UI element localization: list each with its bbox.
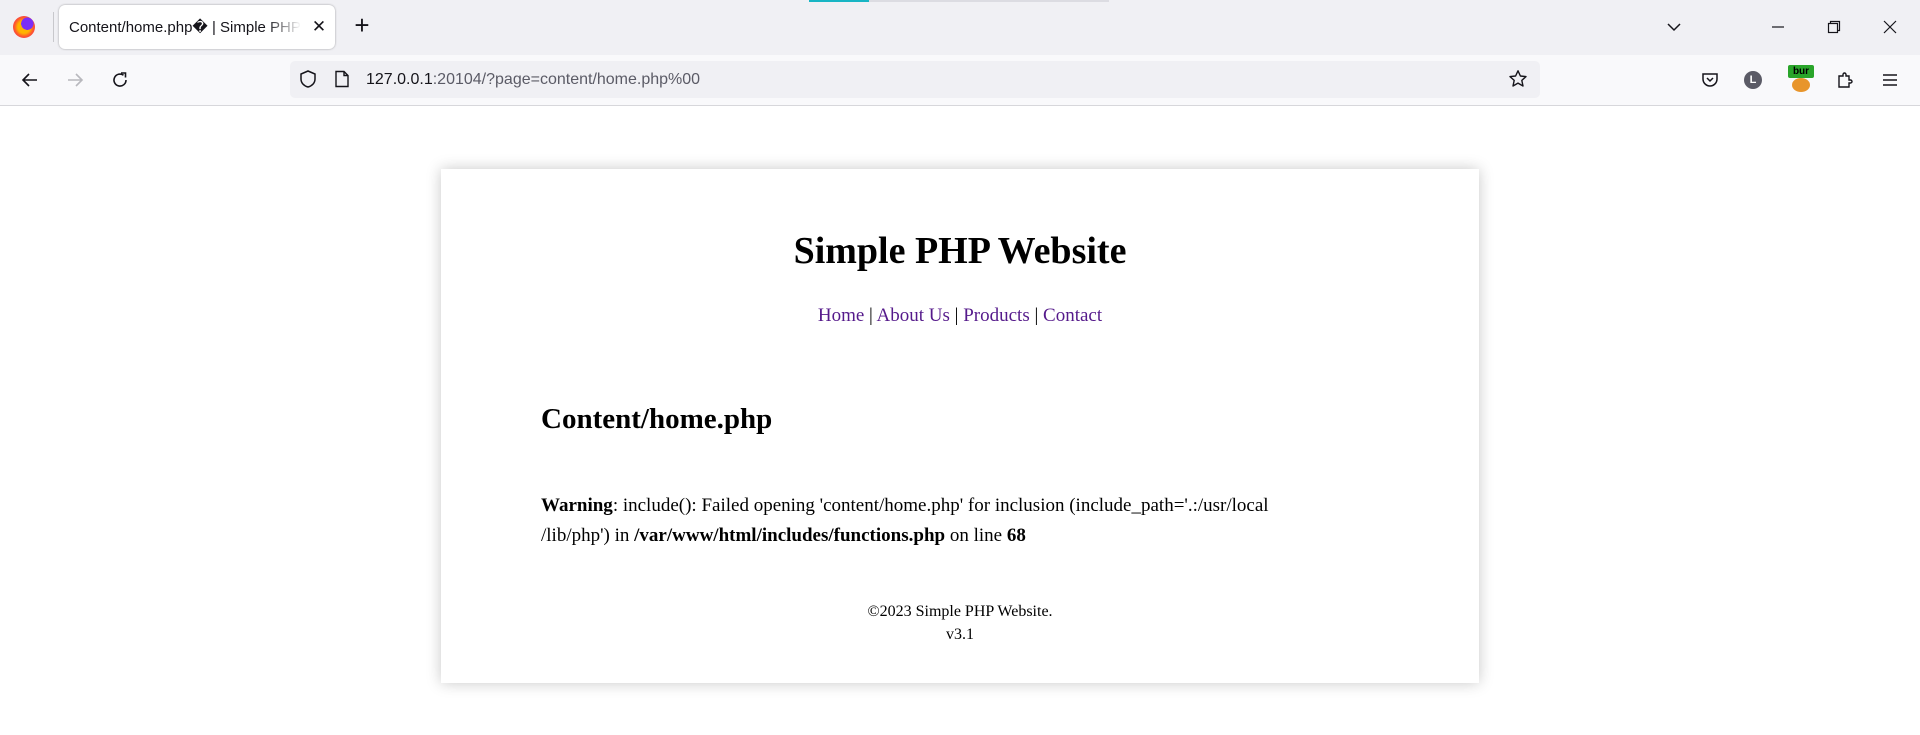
tab-separator [53, 12, 54, 42]
warning-text-line: on line [945, 525, 1007, 546]
nav-link-about-us[interactable]: About Us [877, 305, 950, 326]
warning-label: Warning [541, 495, 613, 516]
tab-accent-line [809, 0, 869, 2]
firefox-logo-icon[interactable] [13, 16, 35, 38]
footer-version: v3.1 [946, 626, 974, 643]
app-menu-icon[interactable] [1874, 64, 1906, 96]
site-nav: Home | About Us | Products | Contact [441, 305, 1479, 327]
warning-line-number: 68 [1006, 525, 1026, 546]
url-bar[interactable]: 127.0.0.1:20104/?page=content/home.php%0… [290, 61, 1540, 98]
tab-title: Content/home.php� | Simple PHP Website [69, 19, 301, 36]
site-footer: ©2023 Simple PHP Website. v3.1 [441, 600, 1479, 646]
tab-strip: Content/home.php� | Simple PHP Website ✕… [0, 0, 1920, 55]
content-title: Content/home.php [541, 403, 773, 435]
footer-copyright: ©2023 Simple PHP Website. [867, 603, 1053, 620]
page-viewport: Simple PHP Website Home | About Us | Pro… [0, 106, 1920, 735]
warning-file: /var/www/html/includes/functions.php [634, 525, 946, 546]
nav-link-home[interactable]: Home [818, 305, 864, 326]
nav-separator: | [1029, 305, 1044, 326]
url-path: :20104/?page=content/home.php%00 [432, 71, 701, 88]
back-icon[interactable] [14, 64, 46, 96]
nav-separator: | [949, 305, 964, 326]
nav-separator: | [864, 305, 877, 326]
warning-text: : include(): Failed opening 'content/hom… [612, 495, 1269, 516]
site-container: Simple PHP Website Home | About Us | Pro… [441, 169, 1479, 683]
tab-active[interactable]: Content/home.php� | Simple PHP Website ✕ [59, 5, 335, 49]
reload-icon[interactable] [104, 64, 136, 96]
url-text[interactable]: 127.0.0.1:20104/?page=content/home.php%0… [366, 71, 700, 89]
shield-icon[interactable] [298, 69, 318, 89]
tab-accent-line-secondary [869, 0, 1109, 2]
burp-extension-label: bur [1788, 65, 1814, 78]
account-avatar-icon[interactable]: L [1744, 71, 1762, 89]
site-title: Simple PHP Website [793, 230, 1127, 272]
burp-face-icon [1792, 78, 1810, 92]
tab-close-icon[interactable]: ✕ [307, 15, 331, 39]
forward-icon[interactable] [59, 64, 91, 96]
bookmark-star-icon[interactable] [1508, 69, 1528, 89]
php-warning: Warning: include(): Failed opening 'cont… [541, 491, 1351, 551]
new-tab-icon[interactable]: + [348, 12, 376, 40]
pocket-icon[interactable] [1694, 64, 1726, 96]
list-all-tabs-icon[interactable] [1654, 10, 1694, 44]
page-info-icon[interactable] [334, 70, 350, 88]
extensions-puzzle-icon[interactable] [1829, 64, 1861, 96]
close-window-icon[interactable] [1870, 10, 1910, 44]
restore-icon[interactable] [1814, 10, 1854, 44]
minimize-icon[interactable] [1758, 10, 1798, 44]
nav-link-products[interactable]: Products [963, 305, 1030, 326]
nav-toolbar: 127.0.0.1:20104/?page=content/home.php%0… [0, 55, 1920, 106]
url-host: 127.0.0.1 [366, 71, 433, 88]
nav-link-contact[interactable]: Contact [1043, 305, 1102, 326]
warning-text-cont: /lib/php') in [541, 525, 635, 546]
burp-extension-icon[interactable]: bur [1788, 65, 1814, 93]
